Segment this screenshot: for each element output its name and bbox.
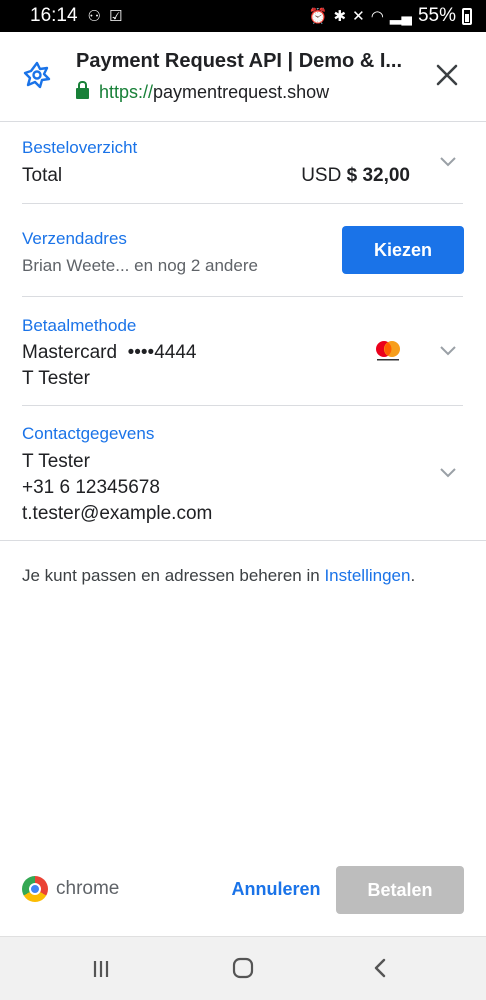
choose-address-button[interactable]: Kiezen bbox=[342, 226, 464, 274]
contact-name: T Tester bbox=[22, 451, 90, 472]
settings-link[interactable]: Instellingen bbox=[324, 566, 410, 585]
chrome-brand-label: chrome bbox=[56, 878, 120, 899]
site-title: Payment Request API | Demo & I... bbox=[76, 50, 403, 72]
total-amount: USD $ 32,00 bbox=[301, 165, 410, 187]
payment-method-label: Betaalmethode bbox=[22, 316, 137, 335]
battery-icon bbox=[462, 7, 472, 25]
mute-icon: ✕ bbox=[352, 7, 365, 25]
shipping-label: Verzendadres bbox=[22, 229, 127, 248]
contact-label: Contactgegevens bbox=[22, 424, 155, 443]
divider bbox=[0, 540, 486, 541]
close-icon[interactable] bbox=[434, 62, 460, 88]
payment-sheet-header: Payment Request API | Demo & I... https:… bbox=[0, 32, 486, 122]
contact-phone: +31 6 12345678 bbox=[22, 477, 160, 498]
url-host: paymentrequest.show bbox=[153, 82, 330, 102]
chevron-down-icon[interactable] bbox=[440, 468, 456, 478]
order-summary-label: Besteloverzicht bbox=[22, 138, 138, 157]
shipping-summary: Brian Weete... en nog 2 andere bbox=[22, 256, 258, 275]
site-url: https://paymentrequest.show bbox=[76, 81, 330, 103]
order-summary-section[interactable]: Besteloverzicht Total USD $ 32,00 bbox=[0, 122, 486, 204]
chrome-logo-icon bbox=[22, 876, 48, 902]
lock-icon bbox=[76, 81, 89, 99]
recent-apps-icon[interactable] bbox=[86, 955, 116, 983]
status-bar: 16:14 ⚇ ☑ ⏰ ✱ ✕ ◠ ▂▄ 55% bbox=[0, 0, 486, 32]
system-navigation-bar bbox=[0, 936, 486, 1000]
url-scheme: https:// bbox=[99, 82, 154, 102]
home-icon[interactable] bbox=[228, 955, 258, 983]
card-holder: T Tester bbox=[22, 368, 90, 389]
card-number: Mastercard ••••4444 bbox=[22, 342, 197, 363]
status-time: 16:14 bbox=[30, 5, 78, 26]
total-currency: USD bbox=[301, 165, 342, 186]
total-value: $ 32,00 bbox=[346, 165, 410, 186]
checkbox-notification-icon: ☑ bbox=[109, 7, 123, 25]
settings-info-text: Je kunt passen en adressen beheren in In… bbox=[22, 566, 416, 585]
incognito-icon: ⚇ bbox=[87, 7, 101, 25]
chevron-down-icon[interactable] bbox=[440, 346, 456, 356]
total-label: Total bbox=[22, 165, 63, 186]
mastercard-icon bbox=[376, 341, 400, 361]
back-icon[interactable] bbox=[366, 955, 396, 983]
battery-percent: 55% bbox=[417, 5, 456, 26]
wifi-icon: ◠ bbox=[370, 7, 384, 25]
bluetooth-icon: ✱ bbox=[333, 7, 347, 25]
cancel-button[interactable]: Annuleren bbox=[226, 866, 326, 912]
signal-icon: ▂▄ bbox=[389, 7, 412, 25]
payment-method-section[interactable]: Betaalmethode Mastercard ••••4444 T Test… bbox=[0, 297, 486, 405]
chrome-branding: chrome bbox=[22, 876, 119, 902]
site-logo-icon bbox=[23, 61, 51, 89]
pay-button[interactable]: Betalen bbox=[336, 866, 464, 914]
alarm-icon: ⏰ bbox=[308, 7, 328, 25]
contact-section[interactable]: Contactgegevens T Tester +31 6 12345678 … bbox=[0, 406, 486, 540]
chevron-down-icon[interactable] bbox=[440, 157, 456, 167]
contact-email: t.tester@example.com bbox=[22, 503, 213, 524]
